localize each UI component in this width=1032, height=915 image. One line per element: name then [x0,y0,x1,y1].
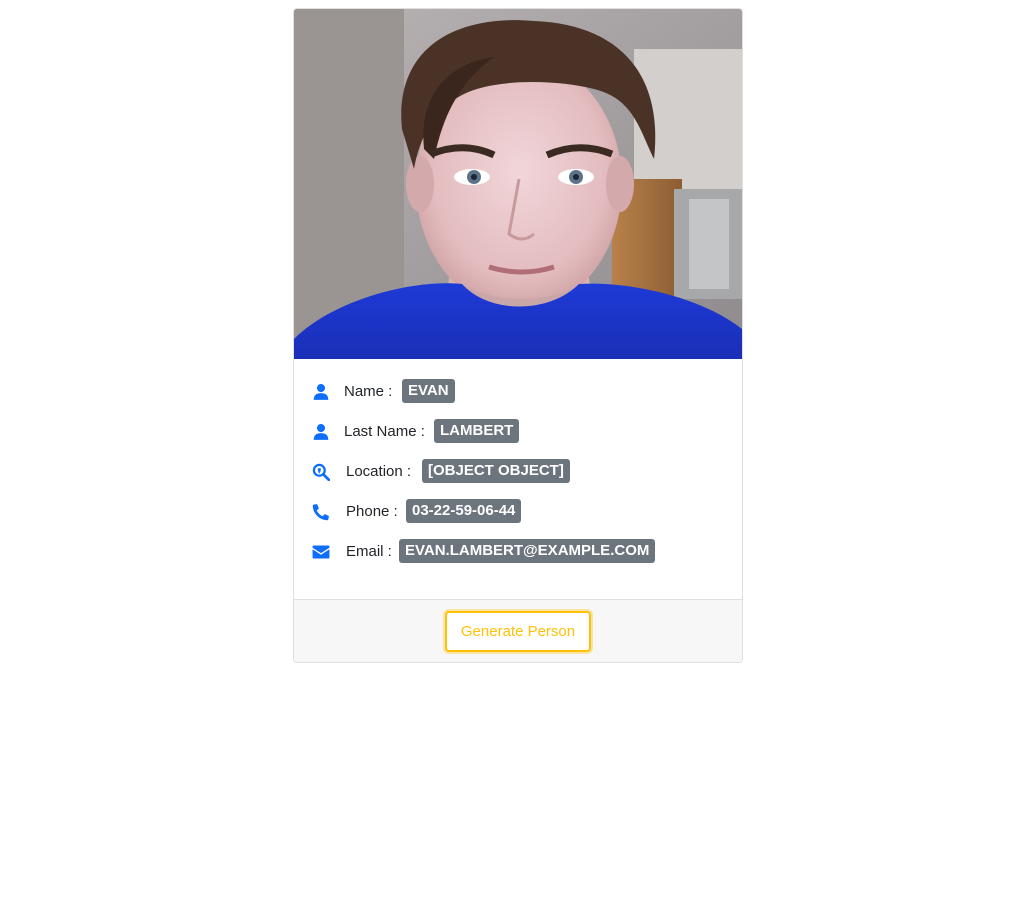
name-label: Name : [344,383,393,400]
phone-value-badge: 03-22-59-06-44 [406,499,522,523]
info-row-name: Name : EVAN [294,378,742,406]
info-row-last-name: Last Name : LAMBERT [294,418,742,446]
last-name-label: Last Name : [344,423,425,440]
generate-person-button[interactable]: Generate Person [445,611,591,652]
user-icon [313,424,329,440]
profile-photo [294,9,742,359]
location-value-badge: [OBJECT OBJECT] [422,459,570,483]
location-label: Location : [346,463,412,480]
person-card: Name : EVAN Last Name : LAMBERT Location… [293,8,743,663]
info-row-phone: Phone : 03-22-59-06-44 [294,498,742,526]
name-value-badge: EVAN [402,379,455,403]
map-search-icon [312,463,330,481]
user-icon [313,384,329,400]
email-value-badge: EVAN.LAMBERT@EXAMPLE.COM [399,539,656,563]
phone-icon [312,504,329,521]
email-label: Email : [346,543,392,560]
phone-label: Phone : [346,503,398,520]
info-row-email: Email : EVAN.LAMBERT@EXAMPLE.COM [294,538,742,566]
card-footer: Generate Person [294,599,742,662]
envelope-icon [312,545,330,559]
last-name-value-badge: LAMBERT [434,419,520,443]
info-row-location: Location : [OBJECT OBJECT] [294,458,742,486]
